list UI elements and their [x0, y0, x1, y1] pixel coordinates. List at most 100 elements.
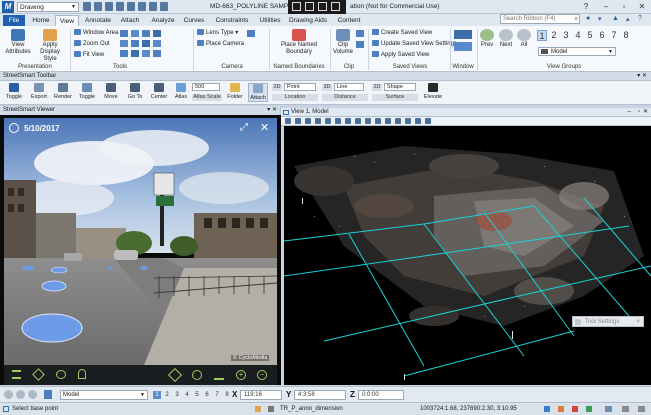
tab-analyze[interactable]: Analyze	[148, 15, 178, 26]
capture-region-icon[interactable]	[292, 2, 301, 11]
undo-icon[interactable]	[127, 2, 135, 11]
rotate-view-icon[interactable]	[120, 30, 128, 37]
save-icon[interactable]	[105, 2, 113, 11]
view-group-2[interactable]: 2	[549, 30, 559, 41]
new-file-icon[interactable]	[83, 2, 91, 11]
view-number-4[interactable]: 4	[183, 391, 191, 399]
view-group-8[interactable]: 8	[621, 30, 631, 41]
clip-volume-icon[interactable]	[405, 118, 411, 124]
layers-icon[interactable]	[32, 368, 45, 381]
tab-content[interactable]: Content	[335, 15, 363, 26]
close-viewer-icon[interactable]: ✕	[260, 121, 269, 134]
view-number-2[interactable]: 2	[163, 391, 171, 399]
visibility-off-icon[interactable]	[56, 370, 66, 379]
workspace-select[interactable]: Drawing ▼	[17, 2, 79, 12]
help-icon[interactable]: ?	[580, 1, 592, 12]
place-named-boundary-button[interactable]: Place Named Boundary	[272, 29, 326, 56]
tab-constraints[interactable]: Constraints	[212, 15, 252, 26]
copy-view-icon[interactable]	[120, 50, 128, 57]
open-file-icon[interactable]	[94, 2, 102, 11]
tab-utilities[interactable]: Utilities	[256, 15, 284, 26]
export-button[interactable]: Export	[28, 83, 50, 100]
zoom-in-icon[interactable]: +	[236, 370, 246, 380]
marker-icon[interactable]	[78, 369, 86, 379]
grid-status-icon[interactable]	[622, 406, 629, 412]
lens-type-button[interactable]: Lens Type ▾	[197, 29, 238, 37]
snap-icon[interactable]	[268, 406, 274, 412]
search-ribbon-input[interactable]: Search Ribbon (F4) ⌕	[500, 14, 580, 24]
toggle-2-button[interactable]: Toggle	[76, 83, 98, 100]
lock-icon[interactable]	[255, 406, 261, 412]
help-icon-2[interactable]: ?	[638, 15, 642, 22]
view-next-icon[interactable]	[142, 30, 150, 37]
panel-close-icon[interactable]: ▾ ✕	[637, 72, 647, 81]
view-close-icon[interactable]: ✕	[643, 108, 648, 117]
z-coordinate-field[interactable]: 0:0:00	[358, 390, 404, 400]
view-group-6[interactable]: 6	[597, 30, 607, 41]
attach-button[interactable]: Attach	[248, 83, 268, 102]
panel-close-icon[interactable]: ▾ ✕	[267, 106, 277, 115]
view-group-7[interactable]: 7	[609, 30, 619, 41]
model-select[interactable]: Model ▼	[60, 390, 148, 400]
view-number-7[interactable]: 7	[213, 391, 221, 399]
view-number-1[interactable]: 1	[153, 391, 161, 399]
tab-file[interactable]: File	[3, 15, 25, 26]
toggle-button[interactable]: Toggle	[4, 83, 24, 100]
place-camera-button[interactable]: Place Camera	[197, 40, 244, 48]
view-previous-icon[interactable]	[131, 30, 139, 37]
camera-icon[interactable]	[415, 118, 421, 124]
orient-view-icon[interactable]	[153, 50, 161, 57]
atlas-scale-input[interactable]: 500	[192, 83, 220, 91]
print-icon[interactable]	[116, 2, 124, 11]
settings-status-icon[interactable]	[638, 406, 645, 412]
capture-close-icon[interactable]	[331, 2, 340, 11]
pan-view-icon[interactable]	[120, 40, 128, 47]
download-icon[interactable]	[214, 370, 224, 380]
view-attributes-icon[interactable]	[285, 118, 291, 124]
display-style-icon[interactable]	[295, 118, 301, 124]
copy-view-icon[interactable]	[395, 118, 401, 124]
close-icon[interactable]: ✕	[636, 1, 648, 12]
window-area-icon[interactable]	[335, 118, 341, 124]
center-button[interactable]: Center	[148, 83, 170, 100]
view-number-3[interactable]: 3	[173, 391, 181, 399]
zoom-out-icon[interactable]: −	[257, 370, 267, 380]
tab-home[interactable]: Home	[28, 15, 54, 26]
ribbon-option-icon[interactable]: ▾	[598, 15, 602, 23]
menu-icon[interactable]	[12, 370, 21, 379]
maximize-icon[interactable]: ▫	[618, 1, 630, 12]
collapse-ribbon-icon[interactable]: ▴	[626, 15, 630, 23]
up-icon[interactable]	[28, 390, 37, 399]
active-level[interactable]: TR_P_anno_dimension	[280, 403, 343, 415]
view-group-model-select[interactable]: Model ▼	[538, 47, 616, 56]
zoom-out-icon[interactable]	[325, 118, 331, 124]
capture-full-icon[interactable]	[318, 2, 327, 11]
next-view-group-button[interactable]: Next	[498, 29, 514, 49]
view-number-6[interactable]: 6	[203, 391, 211, 399]
user-icon[interactable]: ●	[586, 15, 590, 22]
capture-window-icon[interactable]	[305, 2, 314, 11]
customize-icon[interactable]	[160, 2, 168, 11]
view-group-3[interactable]: 3	[561, 30, 571, 41]
recording-info-icon[interactable]	[9, 123, 19, 133]
x-coordinate-field[interactable]: 119:16	[240, 390, 282, 400]
clip-mask-icon[interactable]	[356, 30, 364, 37]
view-minimize-icon[interactable]: –	[628, 108, 631, 117]
fit-view-icon[interactable]	[345, 118, 351, 124]
y-coordinate-field[interactable]: 4:3:58	[294, 390, 346, 400]
cloud-icon[interactable]	[149, 2, 157, 11]
view-number-5[interactable]: 5	[193, 391, 201, 399]
update-view-icon[interactable]	[305, 118, 311, 124]
tool-settings-close-icon[interactable]: ×	[636, 317, 640, 327]
download-circle-icon[interactable]	[192, 370, 202, 380]
zoom-out-button[interactable]: Zoom Out	[74, 40, 110, 48]
zoom-in-icon[interactable]	[315, 118, 321, 124]
zoom-in-icon[interactable]	[131, 40, 139, 47]
create-saved-view-button[interactable]: Create Saved View	[372, 29, 432, 37]
window-area-button[interactable]: Window Area	[74, 29, 118, 37]
fit-view-button[interactable]: Fit View	[74, 51, 104, 59]
design-history-icon[interactable]	[586, 406, 592, 412]
view-toggle-icon[interactable]	[131, 50, 139, 57]
view-toggle-icon[interactable]	[425, 118, 431, 124]
back-icon[interactable]	[4, 390, 13, 399]
